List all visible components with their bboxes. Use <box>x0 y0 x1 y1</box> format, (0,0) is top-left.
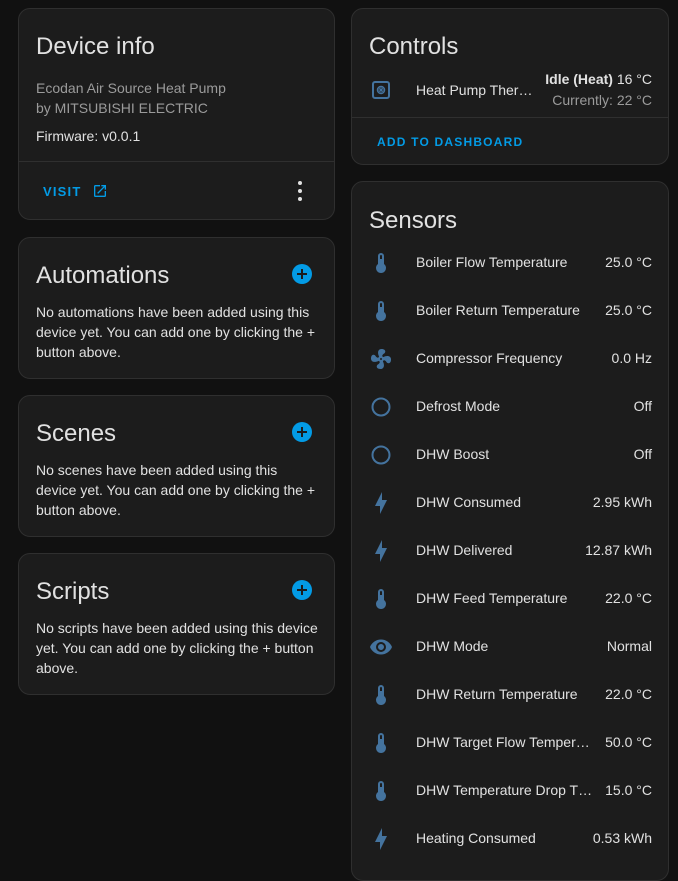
automations-title: Automations <box>36 262 170 289</box>
more-menu-icon[interactable] <box>296 181 304 201</box>
sensor-row[interactable]: DHW Temperature Drop Threshold 15.0 °C <box>352 767 668 815</box>
sensor-value: 2.95 kWh <box>592 494 652 510</box>
scenes-title: Scenes <box>36 420 117 447</box>
sensor-row[interactable]: Defrost Mode Off <box>352 383 668 431</box>
sensor-name: DHW Feed Temperature <box>416 590 568 606</box>
scripts-card: Scripts No scripts have been added using… <box>18 553 335 695</box>
thermostat-state-line: Idle (Heat) 16 °C <box>545 71 652 87</box>
thermostat-target: 16 °C <box>616 71 652 87</box>
eye-icon <box>369 635 393 659</box>
visit-label: VISIT <box>43 183 82 199</box>
thermostat-current: Currently: 22 °C <box>552 92 652 108</box>
add-automation-button[interactable] <box>292 264 312 284</box>
add-to-dashboard-label: ADD TO DASHBOARD <box>377 135 524 149</box>
device-firmware: Firmware: v0.0.1 <box>36 128 141 144</box>
sensor-name: Boiler Flow Temperature <box>416 254 568 270</box>
scripts-title: Scripts <box>36 578 110 605</box>
sensor-value: 22.0 °C <box>605 686 652 702</box>
thermostat-state: Idle (Heat) <box>545 71 613 87</box>
sensor-name: Compressor Frequency <box>416 350 563 366</box>
lightning-bolt-icon <box>369 491 393 515</box>
sensor-name: DHW Target Flow Temperature <box>416 734 596 750</box>
sensor-row[interactable]: Boiler Return Temperature 25.0 °C <box>352 287 668 335</box>
add-script-button[interactable] <box>292 580 312 600</box>
thermometer-icon <box>369 587 393 611</box>
sensor-value: Normal <box>606 638 652 654</box>
plus-icon <box>297 585 307 595</box>
sensor-value: Off <box>633 398 652 414</box>
scenes-empty-text: No scenes have been added using this dev… <box>36 462 316 518</box>
sensor-row[interactable]: Heating Consumed 0.53 kWh <box>352 815 668 863</box>
open-in-new-icon <box>93 185 106 197</box>
thermometer-icon <box>369 779 393 803</box>
sensors-card: Sensors Boiler Flow Temperature 25.0 °C Bo… <box>351 181 669 881</box>
sensor-value: 22.0 °C <box>605 590 652 606</box>
sensor-name: DHW Consumed <box>416 494 522 510</box>
add-scene-button[interactable] <box>292 422 312 442</box>
device-info-title: Device info <box>36 33 155 60</box>
lightning-bolt-icon <box>369 539 393 563</box>
sensor-name: DHW Boost <box>416 446 490 462</box>
thermostat-name: Heat Pump Thermostat <box>416 82 543 98</box>
sensor-row[interactable]: DHW Mode Normal <box>352 623 668 671</box>
controls-card: Controls Heat Pump Thermostat Idle (Heat… <box>351 8 669 165</box>
lightning-bolt-icon <box>369 827 393 851</box>
thermometer-icon <box>369 731 393 755</box>
sensor-name: Boiler Return Temperature <box>416 302 580 318</box>
divider <box>352 117 668 118</box>
fan-icon <box>369 347 393 371</box>
sensor-name: Heating Consumed <box>416 830 536 846</box>
thermostat-row[interactable]: Heat Pump Thermostat Idle (Heat) 16 °C C… <box>352 67 668 115</box>
circle-outline-icon <box>369 443 393 467</box>
sensor-name: Defrost Mode <box>416 398 501 414</box>
thermometer-icon <box>369 251 393 275</box>
add-to-dashboard-button[interactable]: ADD TO DASHBOARD <box>377 135 523 149</box>
sensor-row[interactable]: DHW Consumed 2.95 kWh <box>352 479 668 527</box>
sensor-value: 25.0 °C <box>605 254 652 270</box>
sensor-value: 0.0 Hz <box>611 350 652 366</box>
sensor-row[interactable]: DHW Feed Temperature 22.0 °C <box>352 575 668 623</box>
sensor-row[interactable]: DHW Target Flow Temperature 50.0 °C <box>352 719 668 767</box>
sensor-value: 0.53 kWh <box>592 830 652 846</box>
sensor-value: Off <box>633 446 652 462</box>
sensor-name: DHW Temperature Drop Threshold <box>416 782 596 798</box>
visit-button[interactable]: VISIT <box>43 183 108 199</box>
thermometer-icon <box>369 683 393 707</box>
sensor-value: 50.0 °C <box>605 734 652 750</box>
circle-outline-icon <box>369 395 393 419</box>
plus-icon <box>297 427 307 437</box>
sensor-name: DHW Mode <box>416 638 489 654</box>
thermostat-icon <box>372 81 390 99</box>
sensor-value: 25.0 °C <box>605 302 652 318</box>
sensor-value: 15.0 °C <box>605 782 652 798</box>
sensors-title: Sensors <box>369 207 458 234</box>
sensor-row[interactable]: Compressor Frequency 0.0 Hz <box>352 335 668 383</box>
sensor-name: DHW Return Temperature <box>416 686 578 702</box>
sensor-row[interactable]: Boiler Flow Temperature 25.0 °C <box>352 239 668 287</box>
automations-empty-text: No automations have been added using thi… <box>36 304 316 360</box>
sensor-row[interactable]: DHW Delivered 12.87 kWh <box>352 527 668 575</box>
scripts-empty-text: No scripts have been added using this de… <box>36 620 318 676</box>
divider <box>19 161 334 162</box>
sensor-value: 12.87 kWh <box>585 542 652 558</box>
sensor-row[interactable]: DHW Boost Off <box>352 431 668 479</box>
controls-title: Controls <box>369 33 459 60</box>
plus-icon <box>297 269 307 279</box>
device-model: Ecodan Air Source Heat Pump <box>36 80 226 96</box>
thermometer-icon <box>369 299 393 323</box>
device-info-card: Device info Ecodan Air Source Heat Pump … <box>18 8 335 220</box>
scenes-card: Scenes No scenes have been added using t… <box>18 395 335 537</box>
automations-card: Automations No automations have been add… <box>18 237 335 379</box>
sensor-row[interactable]: DHW Return Temperature 22.0 °C <box>352 671 668 719</box>
device-manufacturer: by MITSUBISHI ELECTRIC <box>36 100 208 116</box>
sensor-name: DHW Delivered <box>416 542 513 558</box>
